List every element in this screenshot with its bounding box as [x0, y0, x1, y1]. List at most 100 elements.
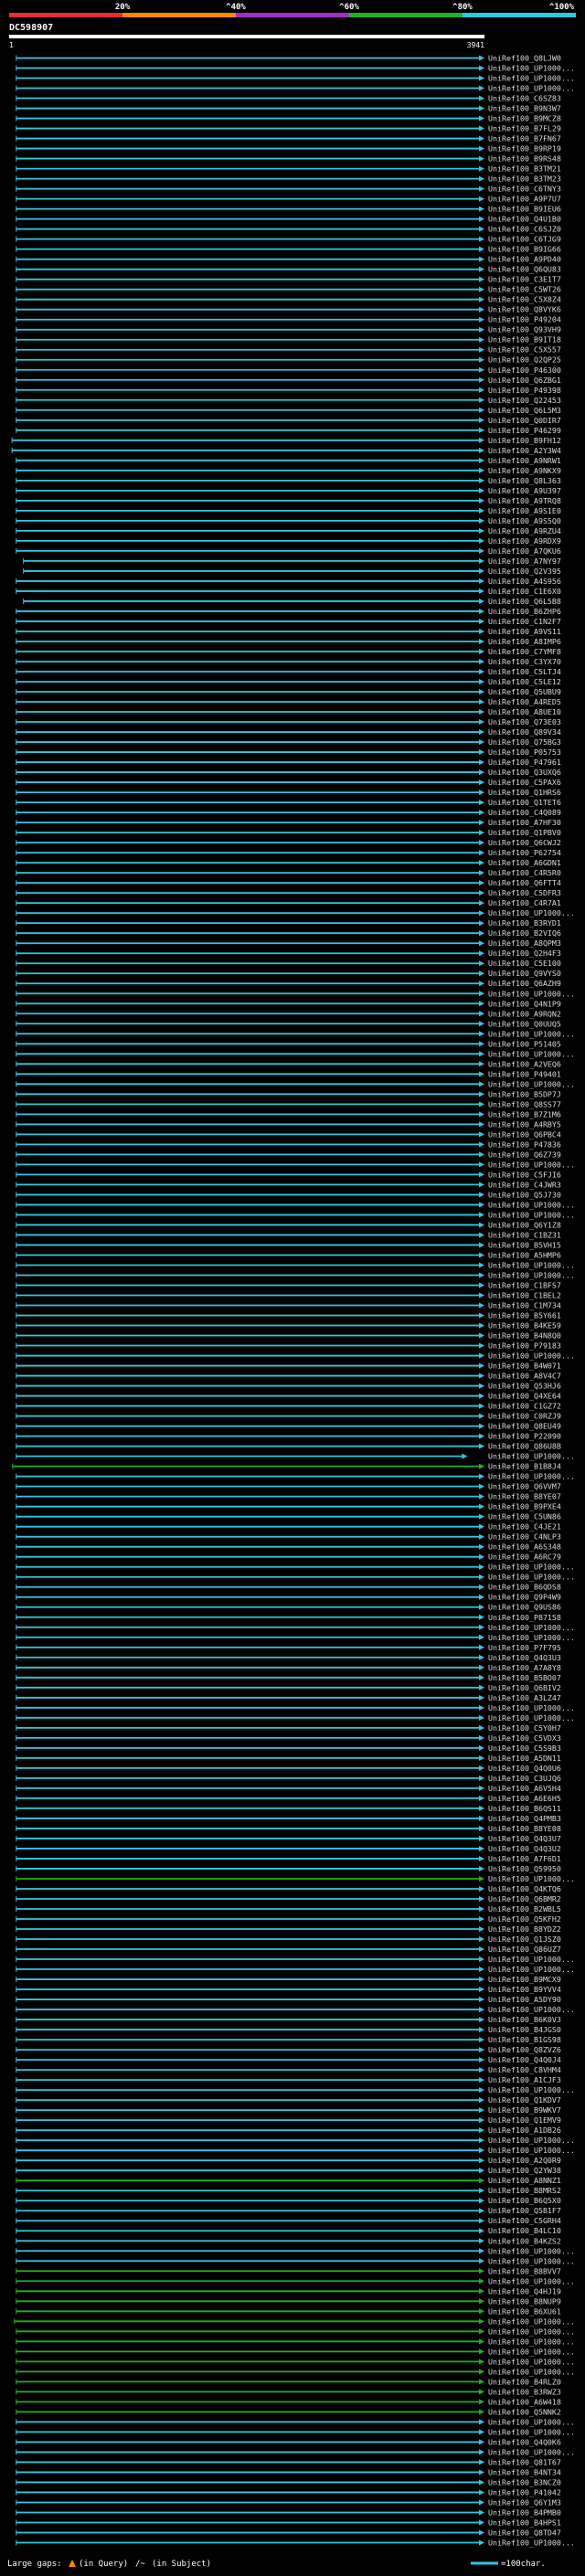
hit-label: UniRef100_A2Y3W4	[488, 446, 561, 455]
hit-label: UniRef100_B1B8J4	[488, 1462, 561, 1471]
hit-arrow-head	[479, 2469, 484, 2475]
hit-label: UniRef100_B9RP19	[488, 144, 561, 154]
hit-arrow-head	[479, 2449, 484, 2455]
hit-label: UniRef100_Q1JSZ0	[488, 1935, 561, 1944]
hit-arrow-head	[479, 407, 484, 413]
hit-arrow-head	[479, 1342, 484, 1349]
hit-arrow-head	[479, 55, 484, 61]
hit-label: UniRef100_Q0DIR7	[488, 416, 561, 425]
hit-arrow-head	[479, 588, 484, 594]
hit-label: UniRef100_UP1000...	[488, 1160, 575, 1169]
hit-label: UniRef100_UP1000...	[488, 1200, 575, 1209]
hit-label: UniRef100_C1GZ72	[488, 1402, 561, 1411]
hit-arrow-head	[479, 1987, 484, 1993]
hit-arrow-head	[479, 537, 484, 544]
hit-label: UniRef100_Q4Q0K6	[488, 2437, 561, 2446]
hit-arrow-head	[479, 699, 484, 705]
hit-label: UniRef100_UP1000...	[488, 2005, 575, 2014]
hit-arrow-head	[479, 2509, 484, 2516]
hit-label: UniRef100_Q6ZBG1	[488, 376, 561, 385]
hit-label: UniRef100_UP1000...	[488, 1049, 575, 1058]
hit-label: UniRef100_Q6Z739	[488, 1150, 561, 1159]
hit-arrow-head	[479, 256, 484, 262]
hit-label: UniRef100_UP1000...	[488, 2085, 575, 2094]
hit-label: UniRef100_B6XU61	[488, 2306, 561, 2316]
hit-arrow-head	[479, 1765, 484, 1771]
hit-label: UniRef100_C8VHM4	[488, 2065, 561, 2074]
hit-label: UniRef100_B7FL29	[488, 124, 561, 133]
hit-label: UniRef100_A9S5Q0	[488, 516, 561, 525]
legend-query-gap-icon	[69, 2560, 76, 2567]
hit-arrow-head	[479, 1624, 484, 1630]
hit-label: UniRef100_B4PMB0	[488, 2507, 561, 2517]
hit-label: UniRef100_B4RLZ0	[488, 2377, 561, 2386]
hit-arrow-head	[479, 769, 484, 776]
hit-label: UniRef100_C5E100	[488, 959, 561, 968]
hit-arrow-head	[479, 457, 484, 463]
hit-label: UniRef100_UP1000...	[488, 1965, 575, 1974]
hit-arrow-head	[479, 1292, 484, 1299]
hit-arrow-head	[479, 216, 484, 222]
hit-arrow-head	[479, 970, 484, 977]
hit-arrow-head	[479, 1171, 484, 1178]
hit-label: UniRef100_P46300	[488, 366, 561, 375]
identity-scale-segment	[9, 13, 122, 17]
hit-label: UniRef100_UP1000...	[488, 2327, 575, 2336]
hit-arrow-head	[479, 437, 484, 443]
hit-label: UniRef100_C3UJQ6	[488, 1774, 561, 1783]
hit-label: UniRef100_UP1000...	[488, 2417, 575, 2426]
hit-arrow-head	[479, 2369, 484, 2375]
hit-label: UniRef100_B9RS48	[488, 154, 561, 164]
hit-arrow-head	[479, 497, 484, 504]
hit-arrow-head	[479, 930, 484, 937]
hit-label: UniRef100_C5WT26	[488, 285, 561, 294]
hit-label: UniRef100_Q6Y1M3	[488, 2497, 561, 2507]
hit-label: UniRef100_Q8TD47	[488, 2528, 561, 2537]
hit-label: UniRef100_Q73E03	[488, 717, 561, 726]
hit-arrow-head	[479, 105, 484, 111]
hit-arrow-head	[479, 1533, 484, 1540]
hit-label: UniRef100_A6E6H5	[488, 1794, 561, 1803]
hit-arrow-head	[479, 1553, 484, 1560]
hit-label: UniRef100_A7NY97	[488, 557, 561, 566]
hit-arrow-head	[479, 2459, 484, 2465]
hit-label: UniRef100_C5GRH4	[488, 2216, 561, 2225]
hit-arrow-head	[479, 226, 484, 232]
hit-label: UniRef100_B4NT34	[488, 2467, 561, 2476]
hit-arrow-head	[479, 2348, 484, 2355]
hit-arrow-head	[479, 1704, 484, 1711]
hit-arrow-head	[479, 2278, 484, 2284]
hit-label: UniRef100_B6Q5X0	[488, 2196, 561, 2205]
hit-arrow-head	[479, 1433, 484, 1439]
hit-arrow-head	[479, 477, 484, 483]
hit-label: UniRef100_Q0UUQ5	[488, 1019, 561, 1028]
hit-arrow-head	[479, 1915, 484, 1922]
hit-arrow-head	[479, 1362, 484, 1369]
hit-label: UniRef100_C4Q089	[488, 808, 561, 817]
hit-arrow-head	[479, 910, 484, 917]
hit-label: UniRef100_A7QKU6	[488, 546, 561, 556]
hit-label: UniRef100_A9U397	[488, 486, 561, 495]
hit-arrow-head	[479, 2077, 484, 2083]
hit-label: UniRef100_P47961	[488, 758, 561, 767]
hit-label: UniRef100_P05753	[488, 747, 561, 757]
hit-label: UniRef100_Q1KDV7	[488, 2095, 561, 2104]
hit-arrow-head	[479, 1775, 484, 1781]
hit-arrow-head	[479, 547, 484, 554]
hit-label: UniRef100_B9PXE4	[488, 1502, 561, 1511]
hit-label: UniRef100_Q93VH9	[488, 325, 561, 334]
hit-arrow-head	[479, 2489, 484, 2496]
hit-label: UniRef100_A7F6D1	[488, 1854, 561, 1863]
hit-arrow-head	[479, 2379, 484, 2385]
hit-label: UniRef100_Q6BIV2	[488, 1683, 561, 1692]
hit-arrow-head	[479, 2157, 484, 2164]
hit-label: UniRef100_Q9US86	[488, 1603, 561, 1612]
hit-label: UniRef100_Q4Q3U7	[488, 1834, 561, 1843]
hit-arrow-head	[479, 950, 484, 957]
hit-arrow-head	[479, 2047, 484, 2053]
hit-arrow-head	[479, 1815, 484, 1821]
hit-arrow-head	[479, 316, 484, 323]
hit-arrow-head	[479, 1071, 484, 1077]
hit-arrow-head	[479, 2268, 484, 2274]
hit-arrow-head	[479, 2017, 484, 2023]
